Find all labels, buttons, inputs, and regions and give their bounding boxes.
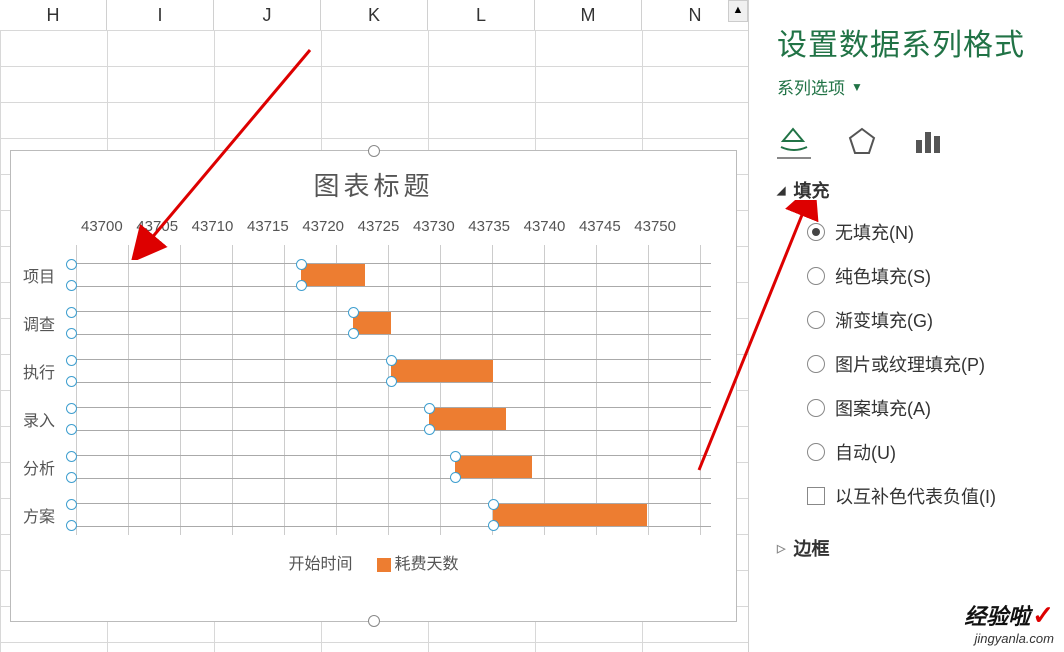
pane-title: 设置数据系列格式 (777, 20, 1046, 64)
col-header[interactable]: L (428, 0, 535, 30)
chart-legend[interactable]: 开始时间 耗费天数 (11, 550, 736, 574)
col-header[interactable]: I (107, 0, 214, 30)
solid-fill-radio[interactable]: 纯色填充(S) (807, 263, 1046, 289)
legend-item: 耗费天数 (395, 556, 459, 573)
expand-icon: ◢ (777, 184, 785, 197)
tick-label: 43720 (302, 218, 344, 235)
category-label: 调查 (21, 311, 71, 335)
effects-icon[interactable] (847, 126, 877, 156)
scroll-up-button[interactable]: ▲ (728, 0, 748, 22)
plot-area[interactable]: 项目 调查 执行 (76, 245, 711, 535)
watermark: 经验啦✓ jingyanla.com (964, 599, 1054, 646)
gradient-fill-radio[interactable]: 渐变填充(G) (807, 307, 1046, 333)
chart-resize-handle[interactable] (368, 615, 380, 627)
fill-section-header[interactable]: ◢ 填充 (777, 177, 1046, 203)
legend-item: 开始时间 (288, 550, 352, 574)
invert-negative-checkbox[interactable]: 以互补色代表负值(I) (807, 483, 1046, 509)
col-header[interactable]: M (535, 0, 642, 30)
bar-row[interactable]: 项目 (21, 255, 711, 295)
pattern-fill-radio[interactable]: 图案填充(A) (807, 395, 1046, 421)
series-options-icon[interactable] (913, 126, 943, 156)
tick-label: 43745 (579, 218, 621, 235)
bar-row[interactable]: 执行 (21, 351, 711, 391)
tick-label: 43750 (634, 218, 676, 235)
tick-label: 43705 (136, 218, 178, 235)
bar-row[interactable]: 调查 (21, 303, 711, 343)
auto-fill-radio[interactable]: 自动(U) (807, 439, 1046, 465)
col-header[interactable]: H (0, 0, 107, 30)
tick-label: 43725 (358, 218, 400, 235)
fill-line-icon[interactable] (777, 123, 811, 159)
collapse-icon: ▷ (777, 542, 785, 555)
tick-label: 43710 (192, 218, 234, 235)
bar-row[interactable]: 方案 (21, 495, 711, 535)
picture-fill-radio[interactable]: 图片或纹理填充(P) (807, 351, 1046, 377)
chart-resize-handle[interactable] (368, 145, 380, 157)
category-label: 方案 (21, 503, 71, 527)
no-fill-radio[interactable]: 无填充(N) (807, 219, 1046, 245)
tick-label: 43700 (81, 218, 123, 235)
tick-label: 43730 (413, 218, 455, 235)
format-pane: 设置数据系列格式 系列选项 ▼ ◢ 填充 无填充(N) 纯色填充(S) 渐变填充… (749, 0, 1064, 652)
category-label: 项目 (21, 263, 71, 287)
col-header[interactable]: K (321, 0, 428, 30)
category-label: 分析 (21, 455, 71, 479)
tick-label: 43735 (468, 218, 510, 235)
series-options-dropdown[interactable]: 系列选项 ▼ (777, 74, 1046, 99)
col-header[interactable]: J (214, 0, 321, 30)
bar-row[interactable]: 分析 (21, 447, 711, 487)
bar-row[interactable]: 录入 (21, 399, 711, 439)
border-section-header[interactable]: ▷ 边框 (777, 535, 1046, 561)
spreadsheet-area: H I J K L M N ▲ 图表标题 43700 43705 43710 4… (0, 0, 749, 652)
category-label: 执行 (21, 359, 71, 383)
x-axis-ticks: 43700 43705 43710 43715 43720 43725 4373… (11, 218, 736, 235)
chart-object[interactable]: 图表标题 43700 43705 43710 43715 43720 43725… (10, 150, 737, 622)
column-headers: H I J K L M N (0, 0, 748, 31)
tick-label: 43715 (247, 218, 289, 235)
tick-label: 43740 (524, 218, 566, 235)
legend-swatch (377, 558, 391, 572)
chevron-down-icon: ▼ (851, 80, 863, 94)
category-label: 录入 (21, 407, 71, 431)
chart-title[interactable]: 图表标题 (11, 166, 736, 203)
